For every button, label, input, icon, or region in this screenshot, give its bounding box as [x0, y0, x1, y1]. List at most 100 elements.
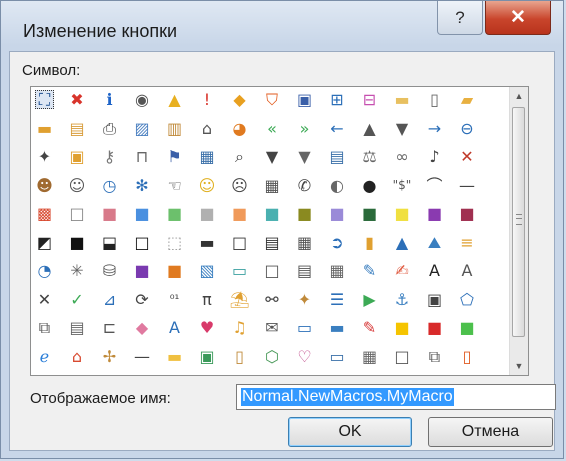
blue-square-icon[interactable]: ■	[133, 204, 152, 223]
frame-icon[interactable]: □	[230, 233, 249, 252]
red-hatch-icon[interactable]: ■	[425, 318, 444, 337]
forward-icon[interactable]: »	[295, 119, 314, 138]
display-name-input[interactable]: Normal.NewMacros.MyMacro	[236, 384, 556, 410]
rewind-icon[interactable]: «	[263, 119, 282, 138]
network-icon[interactable]: ⛶	[35, 90, 54, 109]
hierarchy-icon[interactable]: ⊟	[360, 90, 379, 109]
dash-icon[interactable]: —	[458, 176, 477, 195]
orange-box-icon[interactable]: ■	[165, 261, 184, 280]
mail-open-icon[interactable]: ✉	[263, 318, 282, 337]
phone-icon[interactable]: ✆	[295, 176, 314, 195]
palette-icon[interactable]: ▩	[35, 204, 54, 223]
lavender-square-icon[interactable]: ■	[328, 204, 347, 223]
olive-square-icon[interactable]: ■	[295, 204, 314, 223]
lock-icon[interactable]: ▣	[68, 147, 87, 166]
paste-icon[interactable]: ▥	[165, 119, 184, 138]
scroll-thumb[interactable]	[512, 107, 525, 337]
line-icon[interactable]: —	[133, 347, 152, 366]
alert-icon[interactable]: !	[198, 90, 217, 109]
sticky-note-icon[interactable]: ▬	[165, 347, 184, 366]
bar-chart-icon[interactable]: ▮	[360, 233, 379, 252]
book-icon[interactable]: ▤	[328, 147, 347, 166]
calculator-icon[interactable]: ▦	[263, 176, 282, 195]
page-icon[interactable]: ▯	[425, 90, 444, 109]
text-a-icon[interactable]: A	[425, 261, 444, 280]
mountain-icon[interactable]: ⛰	[425, 233, 444, 252]
eight-ball-icon[interactable]: ●	[360, 176, 379, 195]
diamond-warning-icon[interactable]: ◆	[230, 90, 249, 109]
binoculars-icon[interactable]: ⚯	[263, 290, 282, 309]
org-chart-icon[interactable]: ⊞	[328, 90, 347, 109]
folders-icon[interactable]: ▬	[35, 119, 54, 138]
darkgreen-square-icon[interactable]: ■	[360, 204, 379, 223]
anchor-icon[interactable]: ⚓	[393, 290, 412, 309]
scroll-up-icon[interactable]: ▲	[510, 87, 528, 105]
arrow-circle-icon[interactable]: ➲	[328, 233, 347, 252]
sad-icon[interactable]: ☹	[230, 176, 249, 195]
down-arrow-icon[interactable]: ▼	[393, 119, 412, 138]
card-icon[interactable]: ▭	[295, 318, 314, 337]
back-circle-icon[interactable]: ⊖	[458, 119, 477, 138]
pie-chart-icon[interactable]: ◔	[35, 261, 54, 280]
grid-fill-icon[interactable]: ▦	[295, 233, 314, 252]
warning-icon[interactable]: ▲	[165, 90, 184, 109]
frame-window-icon[interactable]: □	[393, 347, 412, 366]
pin-icon[interactable]: ✦	[35, 147, 54, 166]
cross-icon[interactable]: ✕	[35, 290, 54, 309]
up-arrow-icon[interactable]: ▲	[360, 119, 379, 138]
pie-icon[interactable]: ◕	[230, 119, 249, 138]
clock-icon[interactable]: ◷	[100, 176, 119, 195]
maroon-square-icon[interactable]: ■	[458, 204, 477, 223]
door-icon[interactable]: ⊓	[133, 147, 152, 166]
blank-box-icon[interactable]: □	[263, 261, 282, 280]
play-icon[interactable]: ▶	[360, 290, 379, 309]
tray-icon[interactable]: ⊏	[100, 318, 119, 337]
link-icon[interactable]: ∞	[393, 147, 412, 166]
open-folder-icon[interactable]: ▰	[458, 90, 477, 109]
stripe-fill-icon[interactable]: ▤	[263, 233, 282, 252]
pink-square-icon[interactable]: ■	[100, 204, 119, 223]
half-fill-icon[interactable]: ⬓	[100, 233, 119, 252]
shield-icon[interactable]: ⛉	[263, 90, 282, 109]
teal-square-icon[interactable]: ■	[263, 204, 282, 223]
pen-icon[interactable]: ✍	[393, 261, 412, 280]
bell-icon[interactable]: ♫	[230, 318, 249, 337]
photo-icon[interactable]: ▣	[198, 347, 217, 366]
chart-icon[interactable]: ⊿	[100, 290, 119, 309]
right-arrow-icon[interactable]: →	[425, 119, 444, 138]
error-icon[interactable]: ✖	[68, 90, 87, 109]
briefcase-icon[interactable]: ▣	[425, 290, 444, 309]
yellow-square-icon[interactable]: ■	[393, 204, 412, 223]
orange-square-icon[interactable]: ■	[230, 204, 249, 223]
diagonal-fill-icon[interactable]: ◩	[35, 233, 54, 252]
green-square-icon[interactable]: ■	[165, 204, 184, 223]
gradient-icon[interactable]: ▭	[230, 261, 249, 280]
mic-icon[interactable]: ♪	[425, 147, 444, 166]
table-icon[interactable]: ▦	[328, 261, 347, 280]
outline-square-icon[interactable]: □	[133, 233, 152, 252]
shaded-a-icon[interactable]: A	[458, 261, 477, 280]
font-a-icon[interactable]: A	[165, 318, 184, 337]
record-icon[interactable]: ◉	[133, 90, 152, 109]
key-icon[interactable]: ⚷	[100, 147, 119, 166]
pi-icon[interactable]: π	[198, 290, 217, 309]
user-icon[interactable]: ☻	[35, 176, 54, 195]
zoom-icon[interactable]: ⌕	[230, 147, 249, 166]
left-arrow-icon[interactable]: ←	[328, 119, 347, 138]
flag-icon[interactable]: ⚑	[165, 147, 184, 166]
snow-icon[interactable]: ✻	[133, 176, 152, 195]
cabinet-icon[interactable]: ▤	[68, 119, 87, 138]
ie-icon[interactable]: ℯ	[35, 347, 54, 366]
list-bullets-icon[interactable]: ☰	[328, 290, 347, 309]
signpost-icon[interactable]: ✢	[100, 347, 119, 366]
purple-box-icon[interactable]: ■	[133, 261, 152, 280]
paint-bucket-icon[interactable]: ⛱	[229, 290, 249, 309]
folder-icon[interactable]: ▬	[393, 90, 412, 109]
quotes-icon[interactable]: "$"	[393, 176, 412, 195]
database-icon[interactable]: ⛁	[100, 261, 119, 280]
smiley-icon[interactable]: ☺	[198, 176, 217, 195]
check-icon[interactable]: ✓	[68, 290, 87, 309]
copy-icon[interactable]: ⧉	[35, 318, 54, 337]
binary-icon[interactable]: ⁰¹	[165, 290, 184, 309]
cube-icon[interactable]: ⬡	[263, 347, 282, 366]
